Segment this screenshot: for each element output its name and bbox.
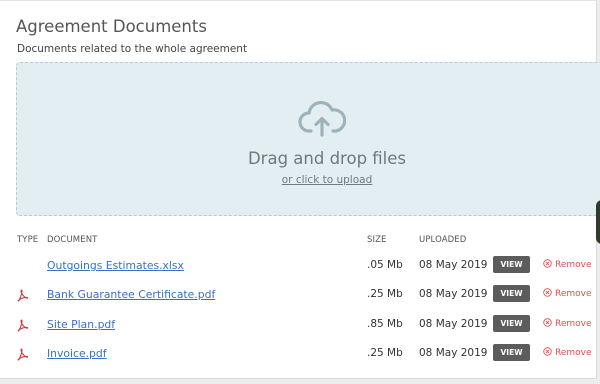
table-row: Invoice.pdf .25 Mb 08 May 2019 VIEW Remo… bbox=[0, 342, 597, 370]
section-subtitle: Documents related to the whole agreement bbox=[17, 43, 248, 55]
document-uploaded-date: 08 May 2019 bbox=[419, 318, 488, 330]
document-link[interactable]: Site Plan.pdf bbox=[47, 318, 115, 331]
view-button[interactable]: VIEW bbox=[493, 285, 530, 302]
remove-label: Remove bbox=[555, 348, 592, 358]
column-header-size: SIZE bbox=[367, 235, 387, 245]
view-button[interactable]: VIEW bbox=[493, 315, 530, 332]
remove-circle-x-icon bbox=[543, 259, 552, 268]
document-uploaded-date: 08 May 2019 bbox=[419, 259, 488, 271]
document-link[interactable]: Outgoings Estimates.xlsx bbox=[47, 259, 184, 272]
column-header-document: DOCUMENT bbox=[47, 235, 98, 245]
document-size: .25 Mb bbox=[367, 347, 403, 359]
remove-circle-x-icon bbox=[543, 288, 552, 297]
file-dropzone[interactable]: Drag and drop files or click to upload bbox=[16, 62, 600, 216]
remove-circle-x-icon bbox=[543, 347, 552, 356]
remove-button[interactable]: Remove bbox=[543, 288, 592, 299]
document-size: .05 Mb bbox=[367, 259, 403, 271]
document-size: .85 Mb bbox=[367, 318, 403, 330]
remove-circle-x-icon bbox=[543, 318, 552, 327]
document-uploaded-date: 08 May 2019 bbox=[419, 288, 488, 300]
document-size: .25 Mb bbox=[367, 288, 403, 300]
document-link[interactable]: Bank Guarantee Certificate.pdf bbox=[47, 288, 215, 301]
column-header-uploaded: UPLOADED bbox=[419, 235, 467, 245]
table-row: Bank Guarantee Certificate.pdf .25 Mb 08… bbox=[0, 283, 597, 311]
click-to-upload-link[interactable]: or click to upload bbox=[17, 174, 600, 186]
table-row: Site Plan.pdf .85 Mb 08 May 2019 VIEW Re… bbox=[0, 313, 597, 341]
pdf-icon bbox=[17, 289, 28, 302]
view-button[interactable]: VIEW bbox=[493, 256, 530, 273]
remove-label: Remove bbox=[555, 260, 592, 270]
remove-label: Remove bbox=[555, 319, 592, 329]
section-title: Agreement Documents bbox=[16, 17, 207, 36]
pdf-icon bbox=[17, 348, 28, 361]
pdf-icon bbox=[17, 319, 28, 332]
agreement-documents-card: Agreement Documents Documents related to… bbox=[0, 0, 600, 379]
remove-button[interactable]: Remove bbox=[543, 347, 592, 358]
dropzone-text: Drag and drop files bbox=[247, 149, 407, 168]
document-uploaded-date: 08 May 2019 bbox=[419, 347, 488, 359]
view-button[interactable]: VIEW bbox=[493, 344, 530, 361]
remove-button[interactable]: Remove bbox=[543, 259, 592, 270]
cloud-upload-icon bbox=[298, 100, 346, 137]
document-link[interactable]: Invoice.pdf bbox=[47, 347, 107, 360]
remove-label: Remove bbox=[555, 289, 592, 299]
column-header-type: TYPE bbox=[17, 235, 39, 245]
table-row: Outgoings Estimates.xlsx .05 Mb 08 May 2… bbox=[0, 254, 597, 282]
floating-action-edge[interactable] bbox=[596, 200, 600, 244]
remove-button[interactable]: Remove bbox=[543, 318, 592, 329]
